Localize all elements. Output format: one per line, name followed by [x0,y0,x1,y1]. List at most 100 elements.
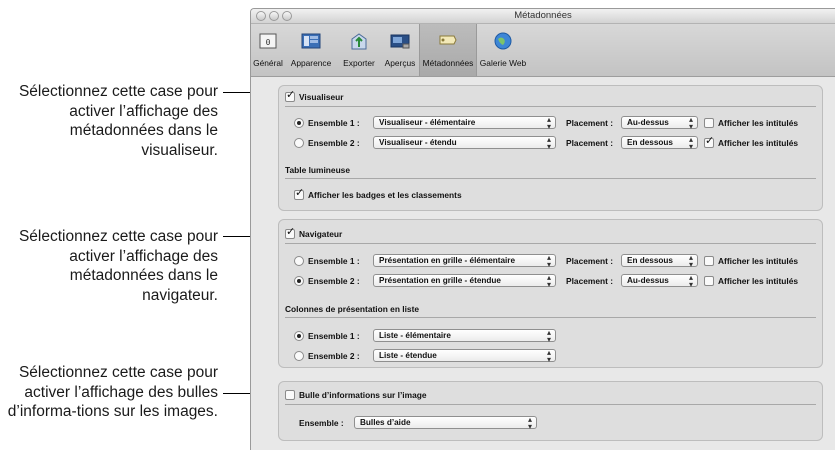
viewer-checkbox-label: Visualiseur [299,92,344,102]
tab-metadata[interactable]: Métadonnées [419,24,477,76]
browser-set2-placement-popup[interactable]: Au-dessus ▴ ▾ [621,273,698,289]
previews-icon [390,34,410,49]
tab-export[interactable]: Exporter [337,24,381,76]
browser-separator [285,243,816,244]
viewer-set2-value: Visualiseur - étendu [379,138,457,147]
lighttable-heading: Table lumineuse [285,165,350,175]
tab-export-label: Exporter [343,58,375,68]
updown-arrows-icon: ▴ ▾ [546,328,551,344]
browser-set1-showlabels-label: Afficher les intitulés [718,256,799,266]
viewer-set1-placement-popup[interactable]: Au-dessus ▴ ▾ [621,115,698,131]
browser-set2-label: Ensemble 2 : [308,276,360,286]
browser-set1-popup[interactable]: Présentation en grille - élémentaire ▴ ▾ [373,253,556,269]
viewer-set1-showlabels-label: Afficher les intitulés [718,118,799,128]
tooltip-set-popup[interactable]: Bulles d’aide ▴ ▾ [354,415,537,431]
tooltip-checkbox-label: Bulle d’informations sur l’image [299,390,427,400]
badges-label: Afficher les badges et les classements [308,190,462,200]
tab-web-gallery[interactable]: Galerie Web [477,24,529,76]
updown-arrows-icon: ▴ ▾ [546,115,551,131]
browser-set1-radio[interactable] [294,256,304,266]
metadata-icon [439,35,457,45]
export-icon [351,33,367,50]
tooltip-checkbox[interactable] [285,390,295,400]
list-set1-popup[interactable]: Liste - élémentaire ▴ ▾ [373,328,556,344]
radio-dot-icon [297,334,301,338]
viewer-set1-label: Ensemble 1 : [308,118,360,128]
browser-set1-placement-value: En dessous [627,256,673,265]
toolbar: 0 Général Apparence Exporter Aperçus Mét… [251,24,835,77]
appearance-icon [301,33,321,49]
web-gallery-icon [494,32,512,50]
updown-arrows-icon: ▴ ▾ [546,135,551,151]
list-set1-value: Liste - élémentaire [379,331,451,340]
checkmark-icon: ✓ [286,89,296,101]
browser-set2-radio[interactable] [294,276,304,286]
tooltip-separator [285,404,816,405]
general-icon: 0 [259,33,277,49]
updown-arrows-icon: ▴ ▾ [688,253,693,269]
viewer-group: ✓ Visualiseur Ensemble 1 : Visualiseur -… [278,85,823,211]
tab-previews[interactable]: Aperçus [381,24,419,76]
callout-browser: Sélectionnez cette case pour activer l’a… [18,228,218,304]
tab-web-gallery-label: Galerie Web [479,58,527,68]
viewer-set2-popup[interactable]: Visualiseur - étendu ▴ ▾ [373,135,556,151]
callout-viewer: Sélectionnez cette case pour activer l’a… [18,83,218,159]
list-set2-popup[interactable]: Liste - étendue ▴ ▾ [373,348,556,364]
browser-set1-placement-popup[interactable]: En dessous ▴ ▾ [621,253,698,269]
viewer-set2-placement-label: Placement : [566,138,614,148]
viewer-set1-showlabels-checkbox[interactable] [704,118,714,128]
tab-general-label: Général [253,58,283,68]
window-title: Métadonnées [514,10,572,21]
viewer-set2-radio[interactable] [294,138,304,148]
updown-arrows-icon: ▴ ▾ [546,273,551,289]
browser-set2-popup[interactable]: Présentation en grille - étendue ▴ ▾ [373,273,556,289]
list-set1-radio[interactable] [294,331,304,341]
updown-arrows-icon: ▴ ▾ [688,273,693,289]
viewer-separator [285,106,816,107]
checkmark-icon: ✓ [286,226,296,238]
list-columns-separator [285,317,816,318]
browser-set1-showlabels-checkbox[interactable] [704,256,714,266]
tab-general[interactable]: 0 Général [251,24,285,76]
checkmark-icon: ✓ [705,135,715,147]
callout-tooltip: Sélectionnez cette case pour activer l’a… [7,364,218,420]
browser-group: ✓ Navigateur Ensemble 1 : Présentation e… [278,219,823,368]
updown-arrows-icon: ▴ ▾ [546,348,551,364]
updown-arrows-icon: ▴ ▾ [688,115,693,131]
browser-checkbox-label: Navigateur [299,229,343,239]
viewer-set1-value: Visualiseur - élémentaire [379,118,476,127]
viewer-set1-placement-label: Placement : [566,118,614,128]
radio-dot-icon [297,279,301,283]
list-set2-value: Liste - étendue [379,351,437,360]
viewer-set1-radio[interactable] [294,118,304,128]
browser-set2-showlabels-label: Afficher les intitulés [718,276,799,286]
svg-text:0: 0 [266,38,271,47]
updown-arrows-icon: ▴ ▾ [546,253,551,269]
tooltip-group: Bulle d’informations sur l’image Ensembl… [278,381,823,441]
viewer-set2-showlabels-label: Afficher les intitulés [718,138,799,148]
viewer-set2-showlabels-checkbox[interactable]: ✓ [704,135,715,148]
viewer-checkbox[interactable]: ✓ [285,89,296,102]
browser-set2-showlabels-checkbox[interactable] [704,276,714,286]
browser-set1-label: Ensemble 1 : [308,256,360,266]
viewer-set2-placement-popup[interactable]: En dessous ▴ ▾ [621,136,698,151]
preferences-window: Métadonnées 0 Général Apparence Exporter… [250,8,835,450]
radio-dot-icon [297,121,301,125]
list-columns-heading: Colonnes de présentation en liste [285,304,420,314]
tab-appearance[interactable]: Apparence [285,24,337,76]
tooltip-set-label: Ensemble : [299,418,344,428]
list-set2-label: Ensemble 2 : [308,351,360,361]
viewer-set1-popup[interactable]: Visualiseur - élémentaire ▴ ▾ [373,115,556,131]
badges-checkbox[interactable]: ✓ [294,187,304,200]
list-set1-label: Ensemble 1 : [308,331,360,341]
viewer-set1-placement-value: Au-dessus [627,118,669,127]
lighttable-separator [285,178,816,179]
updown-arrows-icon: ▴ ▾ [527,415,532,431]
tab-previews-label: Aperçus [384,58,416,68]
tab-metadata-label: Métadonnées [422,58,474,68]
title-bar: Métadonnées [251,9,835,24]
list-set2-radio[interactable] [294,351,304,361]
viewer-set2-label: Ensemble 2 : [308,138,360,148]
browser-set1-value: Présentation en grille - élémentaire [379,256,516,265]
browser-checkbox[interactable]: ✓ [285,226,296,239]
